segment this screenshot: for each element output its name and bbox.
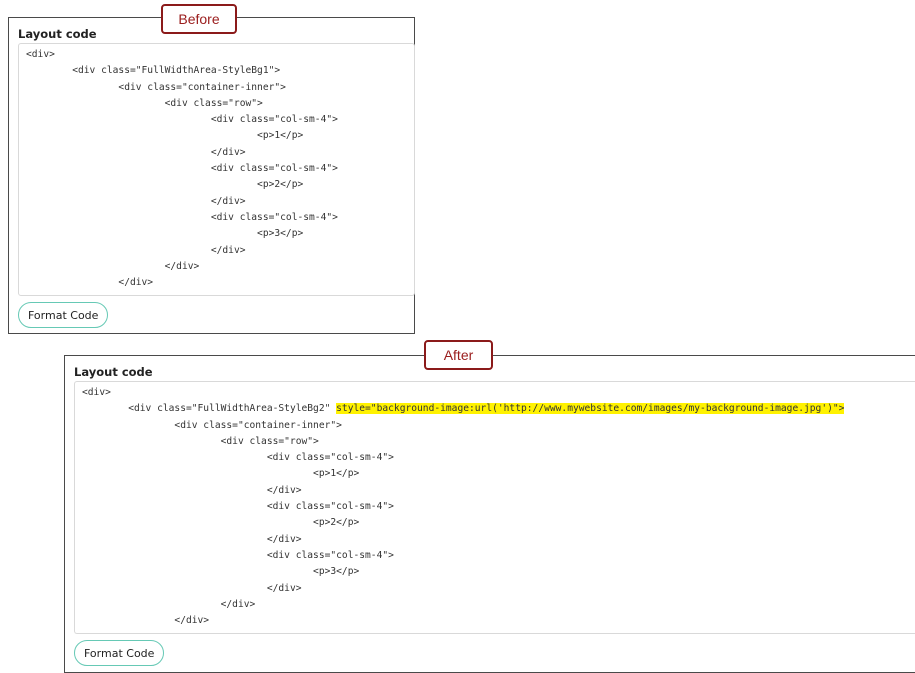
code-line-text: <p>1</p> <box>26 130 304 142</box>
code-line: <div> <box>26 47 414 63</box>
after-layout-panel: Layout code <div> <div class="FullWidthA… <box>64 355 915 673</box>
layout-code-title: Layout code <box>74 365 153 379</box>
code-line-text: <div class="FullWidthArea-StyleBg2" <box>82 403 337 415</box>
code-line-text: </div> <box>82 484 302 496</box>
code-line: </div> <box>26 275 414 291</box>
code-line-text: <div class="col-sm-4"> <box>82 452 394 464</box>
code-line: </div> <box>26 145 414 161</box>
code-line: <div class="container-inner"> <box>82 418 915 434</box>
code-line: <div class="col-sm-4"> <box>26 210 414 226</box>
code-line: <div class="FullWidthArea-StyleBg2" styl… <box>82 401 915 417</box>
code-line-text: <p>1</p> <box>82 468 360 480</box>
code-line-text: <p>2</p> <box>82 517 360 529</box>
code-line-text: <p>3</p> <box>82 566 360 578</box>
layout-code-editor[interactable]: <div> <div class="FullWidthArea-StyleBg1… <box>18 43 415 296</box>
code-line-text: </div> <box>26 277 154 289</box>
code-line: <p>2</p> <box>26 177 414 193</box>
code-line-text: <div class="col-sm-4"> <box>82 549 394 561</box>
code-line-text: </div> <box>26 260 200 272</box>
code-line: <div class="col-sm-4"> <box>82 548 915 564</box>
code-line-text: <div class="col-sm-4"> <box>26 211 338 223</box>
code-line-text: <div> <box>82 387 111 398</box>
format-code-button[interactable]: Format Code <box>18 302 109 328</box>
layout-code-title: Layout code <box>18 27 97 41</box>
code-line: <p>1</p> <box>82 466 915 482</box>
code-line-text: </div> <box>82 598 256 610</box>
code-line: <div class="row"> <box>26 96 414 112</box>
code-line: </div> <box>26 194 414 210</box>
code-line: </div> <box>82 613 915 629</box>
code-line-text: </div> <box>26 195 246 207</box>
code-line: <div class="col-sm-4"> <box>26 112 414 128</box>
code-line: <div class="container-inner"> <box>26 80 414 96</box>
code-line-text: </div> <box>26 244 246 256</box>
code-line: </div> <box>82 532 915 548</box>
code-line: <div class="FullWidthArea-StyleBg1"> <box>26 63 414 79</box>
code-line-text: <div class="container-inner"> <box>26 81 286 93</box>
code-line: <div class="col-sm-4"> <box>26 161 414 177</box>
code-line-text: </div> <box>82 615 210 627</box>
code-line: </div> <box>26 259 414 275</box>
after-tag: After <box>424 340 493 370</box>
code-line: <p>2</p> <box>82 515 915 531</box>
code-line-text: <p>3</p> <box>26 228 304 240</box>
code-line: </div> <box>26 243 414 259</box>
code-line: <div class="col-sm-4"> <box>82 499 915 515</box>
code-line: </div> <box>82 581 915 597</box>
code-line-text: <div> <box>26 49 55 60</box>
code-line-text: <div class="col-sm-4"> <box>82 501 394 513</box>
code-line-text: </div> <box>82 582 302 594</box>
code-content: <div> <div class="FullWidthArea-StyleBg1… <box>19 44 414 291</box>
code-line-text: <div class="col-sm-4"> <box>26 163 338 175</box>
code-line-text: </div> <box>82 533 302 545</box>
code-line: <p>3</p> <box>82 564 915 580</box>
code-line-text: </div> <box>26 146 246 158</box>
code-content: <div> <div class="FullWidthArea-StyleBg2… <box>75 382 915 629</box>
before-tag: Before <box>161 4 237 34</box>
code-line: <p>3</p> <box>26 226 414 242</box>
code-line: <div> <box>82 385 915 401</box>
code-line-text: <div class="col-sm-4"> <box>26 114 338 126</box>
code-line-text: <p>2</p> <box>26 179 304 191</box>
code-line: <div class="col-sm-4"> <box>82 450 915 466</box>
code-line-text: <div class="row"> <box>26 97 263 109</box>
code-line: <p>1</p> <box>26 128 414 144</box>
code-line: </div> <box>82 597 915 613</box>
code-line-text: <div class="row"> <box>82 435 319 447</box>
format-code-button[interactable]: Format Code <box>74 640 165 666</box>
code-line: </div> <box>82 483 915 499</box>
code-line: <div class="row"> <box>82 434 915 450</box>
highlighted-code: style="background-image:url('http://www.… <box>336 403 845 415</box>
layout-code-editor[interactable]: <div> <div class="FullWidthArea-StyleBg2… <box>74 381 915 634</box>
code-line-text: <div class="FullWidthArea-StyleBg1"> <box>26 65 281 77</box>
before-layout-panel: Layout code <div> <div class="FullWidthA… <box>8 17 415 334</box>
code-line-text: <div class="container-inner"> <box>82 419 342 431</box>
